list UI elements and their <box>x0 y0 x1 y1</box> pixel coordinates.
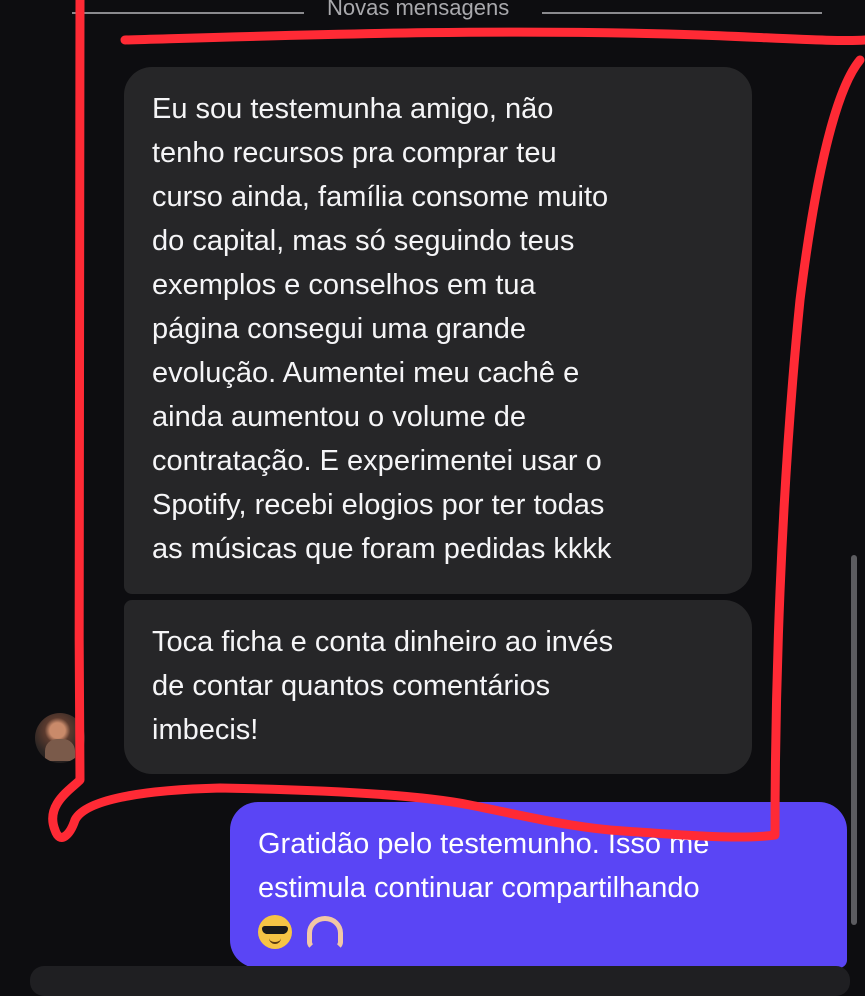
scrollbar[interactable] <box>851 555 857 925</box>
new-messages-divider: Novas mensagens <box>72 0 822 26</box>
message-text: Toca ficha e conta dinheiro ao invés de … <box>152 626 614 746</box>
message-text: Eu sou testemunha amigo, não tenho recur… <box>152 93 612 565</box>
divider-line-right <box>542 12 822 14</box>
message-text: Gratidão pelo testemunho. Isso me estimu… <box>258 828 710 904</box>
divider-line-left <box>72 12 304 14</box>
message-composer-edge <box>30 966 850 996</box>
new-messages-label: Novas mensagens <box>327 0 510 20</box>
sender-avatar[interactable] <box>35 713 85 763</box>
smiling-face-with-sunglasses-icon <box>258 915 292 949</box>
heart-hands-icon <box>302 912 343 950</box>
incoming-message-bubble[interactable]: Eu sou testemunha amigo, não tenho recur… <box>124 67 752 594</box>
outgoing-message-bubble[interactable]: Gratidão pelo testemunho. Isso me estimu… <box>230 802 847 968</box>
emoji-row <box>258 912 821 950</box>
incoming-message-bubble[interactable]: Toca ficha e conta dinheiro ao invés de … <box>124 600 752 774</box>
